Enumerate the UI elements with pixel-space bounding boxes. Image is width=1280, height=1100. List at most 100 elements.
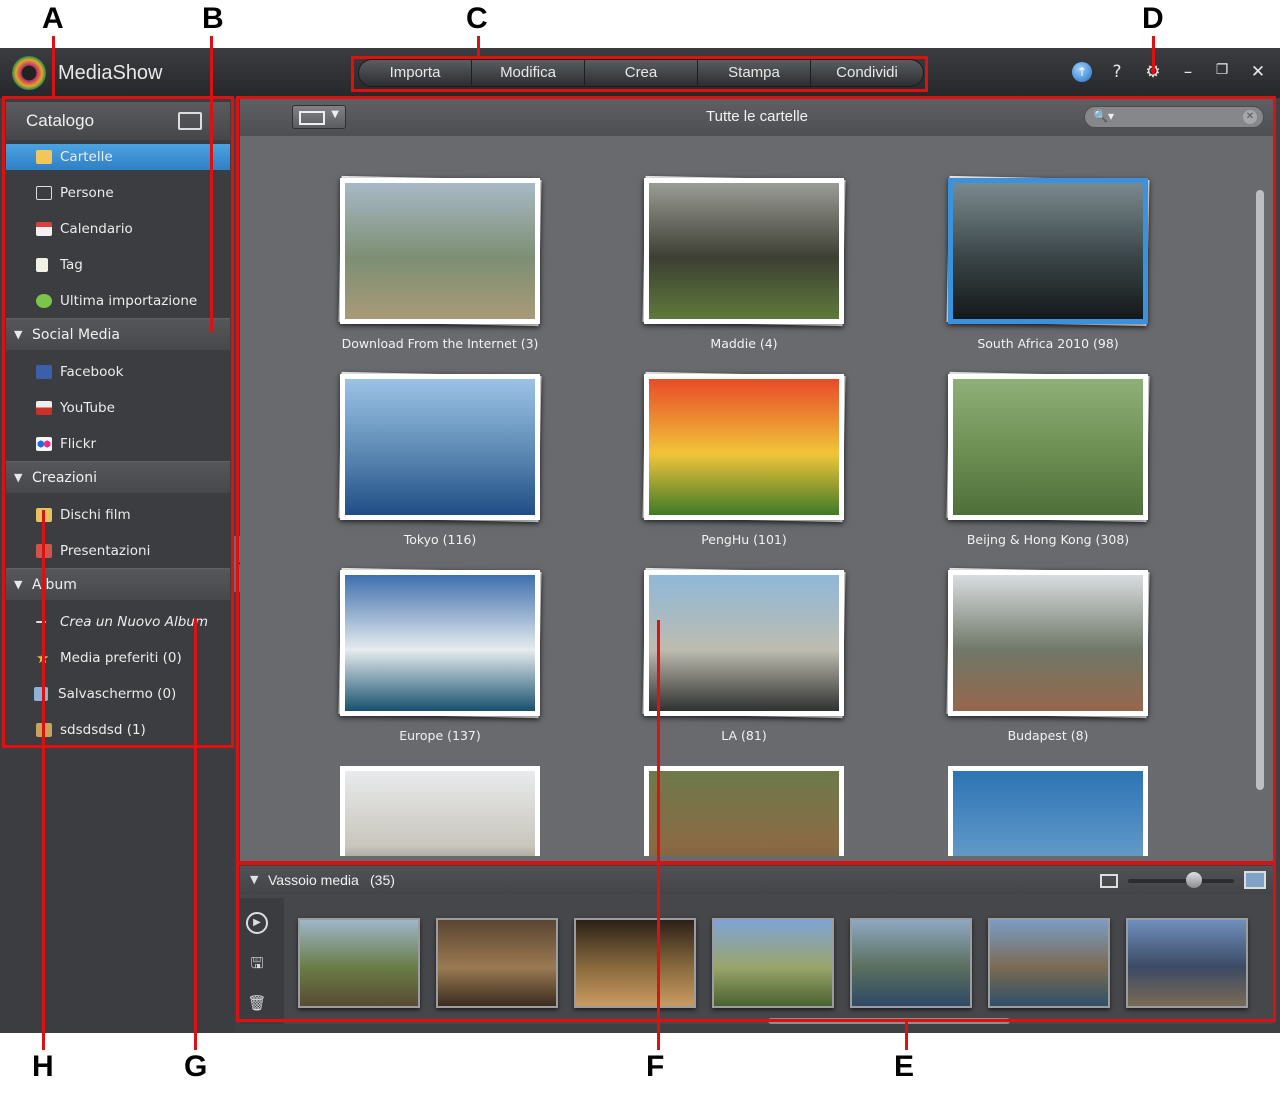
- sidebar-item-calendario[interactable]: Calendario: [6, 216, 230, 242]
- title-bar: MediaShow Importa Modifica Crea Stampa C…: [0, 48, 1280, 98]
- tray-thumbnail[interactable]: [436, 918, 558, 1008]
- folder-caption: Maddie (4): [710, 336, 778, 351]
- leader-line-g: [194, 618, 197, 1050]
- search-input[interactable]: [1111, 109, 1241, 125]
- play-icon[interactable]: ▶: [246, 912, 268, 934]
- close-icon[interactable]: ✕: [1247, 62, 1269, 82]
- thumbnail-size-slider[interactable]: [1128, 879, 1234, 883]
- folder-thumbnail[interactable]: [340, 570, 540, 716]
- folder-thumbnail[interactable]: [340, 178, 540, 324]
- search-box: 🔍▾ ✕: [1084, 106, 1264, 128]
- sidebar-item-youtube[interactable]: YouTube: [6, 395, 230, 421]
- section-social-media[interactable]: ▼ Social Media: [6, 318, 230, 350]
- add-media-icon[interactable]: [178, 112, 202, 130]
- sidebar-item-presentazioni[interactable]: Presentazioni: [6, 538, 230, 564]
- tray-actions: ▶ 🖫 🗑: [240, 898, 284, 1024]
- callout-g: G: [184, 1050, 208, 1083]
- folder-tile[interactable]: [948, 766, 1148, 856]
- sidebar-item-facebook[interactable]: Facebook: [6, 359, 230, 385]
- leader-line-e: [905, 1022, 908, 1050]
- folder-photo: [953, 379, 1143, 515]
- callout-f: F: [646, 1050, 665, 1083]
- mediashow-window: MediaShow Importa Modifica Crea Stampa C…: [0, 48, 1280, 1033]
- folder-photo: [649, 183, 839, 319]
- folder-thumbnail[interactable]: [644, 178, 844, 324]
- sidebar-item-flickr[interactable]: Flickr: [6, 431, 230, 457]
- library-toolbar: ▼ Tutte le cartelle 🔍▾ ✕: [240, 98, 1274, 136]
- collapse-triangle-icon[interactable]: ▼: [250, 873, 258, 886]
- media-tray-title: Vassoio media: [268, 872, 359, 888]
- flickr-icon: [36, 437, 52, 451]
- large-thumbnail-icon[interactable]: [1244, 871, 1266, 889]
- mode-condividi[interactable]: Condividi: [811, 60, 923, 86]
- folder-photo: [953, 771, 1143, 856]
- tag-icon: [36, 258, 48, 272]
- catalog-header: Catalogo: [6, 102, 230, 140]
- grid-scrollbar[interactable]: [1256, 190, 1264, 790]
- folder-tile[interactable]: [340, 766, 540, 856]
- tray-thumbnail[interactable]: [988, 918, 1110, 1008]
- folder-caption: Beijng & Hong Kong (308): [966, 532, 1130, 547]
- folder-thumbnail[interactable]: [948, 178, 1148, 324]
- folder-thumbnail[interactable]: [644, 374, 844, 520]
- clear-search-icon[interactable]: ✕: [1243, 110, 1257, 124]
- callout-e: E: [894, 1050, 915, 1083]
- restore-icon[interactable]: ❐: [1211, 62, 1233, 78]
- save-icon[interactable]: 🖫: [246, 952, 268, 974]
- upgrade-icon[interactable]: ↑: [1072, 62, 1092, 82]
- folder-caption: PengHu (101): [701, 532, 787, 547]
- folder-thumbnail[interactable]: [948, 766, 1148, 856]
- sidebar-item-tag[interactable]: Tag: [6, 252, 230, 278]
- minimize-icon[interactable]: –: [1177, 62, 1199, 82]
- folder-tile[interactable]: [644, 766, 844, 856]
- folder-thumbnail[interactable]: [340, 374, 540, 520]
- tray-thumbnail[interactable]: [298, 918, 420, 1008]
- folder-photo: [345, 379, 535, 515]
- mode-modifica[interactable]: Modifica: [472, 60, 585, 86]
- section-album[interactable]: ▼ Album: [6, 568, 230, 600]
- tray-thumbnail[interactable]: [850, 918, 972, 1008]
- mode-stampa[interactable]: Stampa: [698, 60, 811, 86]
- sidebar-item-dischi-film[interactable]: Dischi film: [6, 502, 230, 528]
- folder-photo: [953, 183, 1143, 319]
- facebook-icon: [36, 365, 52, 379]
- media-tray-header[interactable]: ▼ Vassoio media (35): [240, 866, 1274, 894]
- catalog-title: Catalogo: [26, 111, 95, 130]
- app-title: MediaShow: [58, 62, 163, 84]
- sidebar-item-cartelle[interactable]: Cartelle: [6, 144, 230, 170]
- mode-crea[interactable]: Crea: [585, 60, 698, 86]
- leader-line-b: [210, 36, 213, 332]
- media-tray: ▼ Vassoio media (35) ▶ 🖫 🗑: [240, 866, 1274, 1024]
- leader-line-c: [477, 36, 480, 56]
- tray-thumbnail[interactable]: [574, 918, 696, 1008]
- section-creazioni[interactable]: ▼ Creazioni: [6, 461, 230, 493]
- folder-photo: [649, 379, 839, 515]
- folder-thumbnail[interactable]: [644, 570, 844, 716]
- small-thumbnail-icon[interactable]: [1100, 874, 1118, 888]
- slider-knob[interactable]: [1186, 872, 1202, 888]
- callout-a: A: [42, 2, 64, 35]
- help-icon[interactable]: ?: [1106, 62, 1128, 82]
- sidebar-item-persone[interactable]: Persone: [6, 180, 230, 206]
- callout-c: C: [466, 2, 488, 35]
- folder-thumbnail[interactable]: [948, 374, 1148, 520]
- mode-importa[interactable]: Importa: [359, 60, 472, 86]
- folder-photo: [345, 183, 535, 319]
- sidebar-item-ultima-importazione[interactable]: Ultima importazione: [6, 288, 230, 314]
- leader-line-h: [42, 510, 45, 1050]
- callout-h: H: [32, 1050, 54, 1083]
- tray-thumbnail[interactable]: [712, 918, 834, 1008]
- folder-thumbnail[interactable]: [948, 570, 1148, 716]
- folder-thumbnail[interactable]: [340, 766, 540, 856]
- library-view: ▼ Tutte le cartelle 🔍▾ ✕ Download From t…: [240, 98, 1274, 863]
- folder-caption: South Africa 2010 (98): [977, 336, 1119, 351]
- youtube-icon: [36, 401, 52, 415]
- folder-thumbnail[interactable]: [644, 766, 844, 856]
- collapse-triangle-icon: ▼: [14, 328, 23, 341]
- folder-caption: Europe (137): [399, 728, 481, 743]
- folder-caption: Budapest (8): [1007, 728, 1089, 743]
- collapse-triangle-icon: ▼: [14, 578, 23, 591]
- tray-scrollbar[interactable]: [768, 1018, 1010, 1024]
- delete-icon[interactable]: 🗑: [246, 992, 268, 1014]
- tray-thumbnail[interactable]: [1126, 918, 1248, 1008]
